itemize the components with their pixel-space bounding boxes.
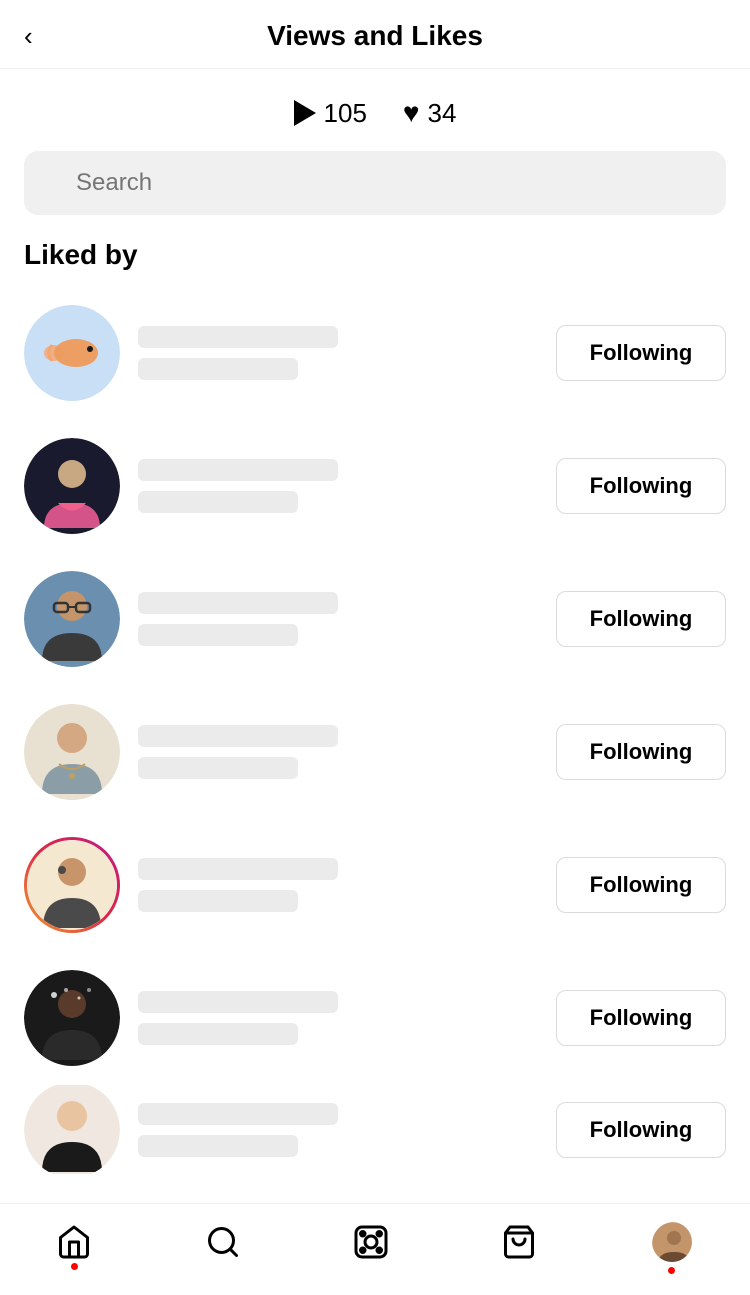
nav-home[interactable]	[56, 1224, 92, 1260]
handle-placeholder	[138, 1023, 298, 1045]
user-info	[138, 725, 538, 779]
following-button[interactable]: Following	[556, 458, 726, 514]
liked-by-title: Liked by	[0, 239, 750, 287]
following-button[interactable]: Following	[556, 591, 726, 647]
play-icon	[294, 100, 316, 126]
username-placeholder	[138, 326, 338, 348]
likes-stat: ♥ 34	[403, 97, 457, 129]
list-item: Following	[24, 420, 726, 553]
avatar	[24, 305, 120, 401]
username-placeholder	[138, 459, 338, 481]
list-item: Following	[24, 1085, 726, 1175]
search-container: 🔍	[0, 151, 750, 239]
back-button[interactable]: ‹	[24, 21, 33, 52]
likes-count: 34	[428, 98, 457, 129]
home-icon	[56, 1224, 92, 1260]
views-stat: 105	[294, 98, 367, 129]
nav-search[interactable]	[205, 1224, 241, 1260]
search-nav-icon	[205, 1224, 241, 1260]
following-button[interactable]: Following	[556, 724, 726, 780]
avatar	[24, 438, 120, 534]
user-info	[138, 326, 538, 380]
stats-row: 105 ♥ 34	[0, 69, 750, 151]
username-placeholder	[138, 1103, 338, 1125]
nav-reels[interactable]	[353, 1224, 389, 1260]
user-info	[138, 1103, 538, 1157]
username-placeholder	[138, 991, 338, 1013]
avatar	[24, 1085, 120, 1175]
handle-placeholder	[138, 757, 298, 779]
avatar	[24, 704, 120, 800]
handle-placeholder	[138, 491, 298, 513]
user-info	[138, 991, 538, 1045]
page-title: Views and Likes	[267, 20, 483, 52]
user-info	[138, 459, 538, 513]
handle-placeholder	[138, 890, 298, 912]
list-item: Following	[24, 952, 726, 1085]
handle-placeholder	[138, 358, 298, 380]
list-item: Following	[24, 553, 726, 686]
user-info	[138, 858, 538, 912]
user-list: Following Following	[0, 287, 750, 1175]
nav-profile[interactable]	[650, 1220, 694, 1264]
shop-icon	[501, 1224, 537, 1260]
search-wrapper: 🔍	[24, 151, 726, 215]
username-placeholder	[138, 725, 338, 747]
list-item: Following	[24, 287, 726, 420]
following-button[interactable]: Following	[556, 325, 726, 381]
username-placeholder	[138, 858, 338, 880]
avatar	[24, 837, 120, 933]
bottom-nav	[0, 1203, 750, 1292]
following-button[interactable]: Following	[556, 857, 726, 913]
list-item: Following	[24, 819, 726, 952]
reels-icon	[353, 1224, 389, 1260]
following-button[interactable]: Following	[556, 990, 726, 1046]
handle-placeholder	[138, 624, 298, 646]
user-info	[138, 592, 538, 646]
header: ‹ Views and Likes	[0, 0, 750, 69]
avatar	[24, 970, 120, 1066]
nav-dot	[71, 1263, 78, 1270]
profile-avatar	[650, 1220, 694, 1264]
following-button[interactable]: Following	[556, 1102, 726, 1158]
username-placeholder	[138, 592, 338, 614]
handle-placeholder	[138, 1135, 298, 1157]
list-item: Following	[24, 686, 726, 819]
search-input[interactable]	[24, 151, 726, 215]
heart-icon: ♥	[403, 97, 420, 129]
avatar	[24, 571, 120, 667]
nav-shop[interactable]	[501, 1224, 537, 1260]
views-count: 105	[324, 98, 367, 129]
nav-dot	[668, 1267, 675, 1274]
